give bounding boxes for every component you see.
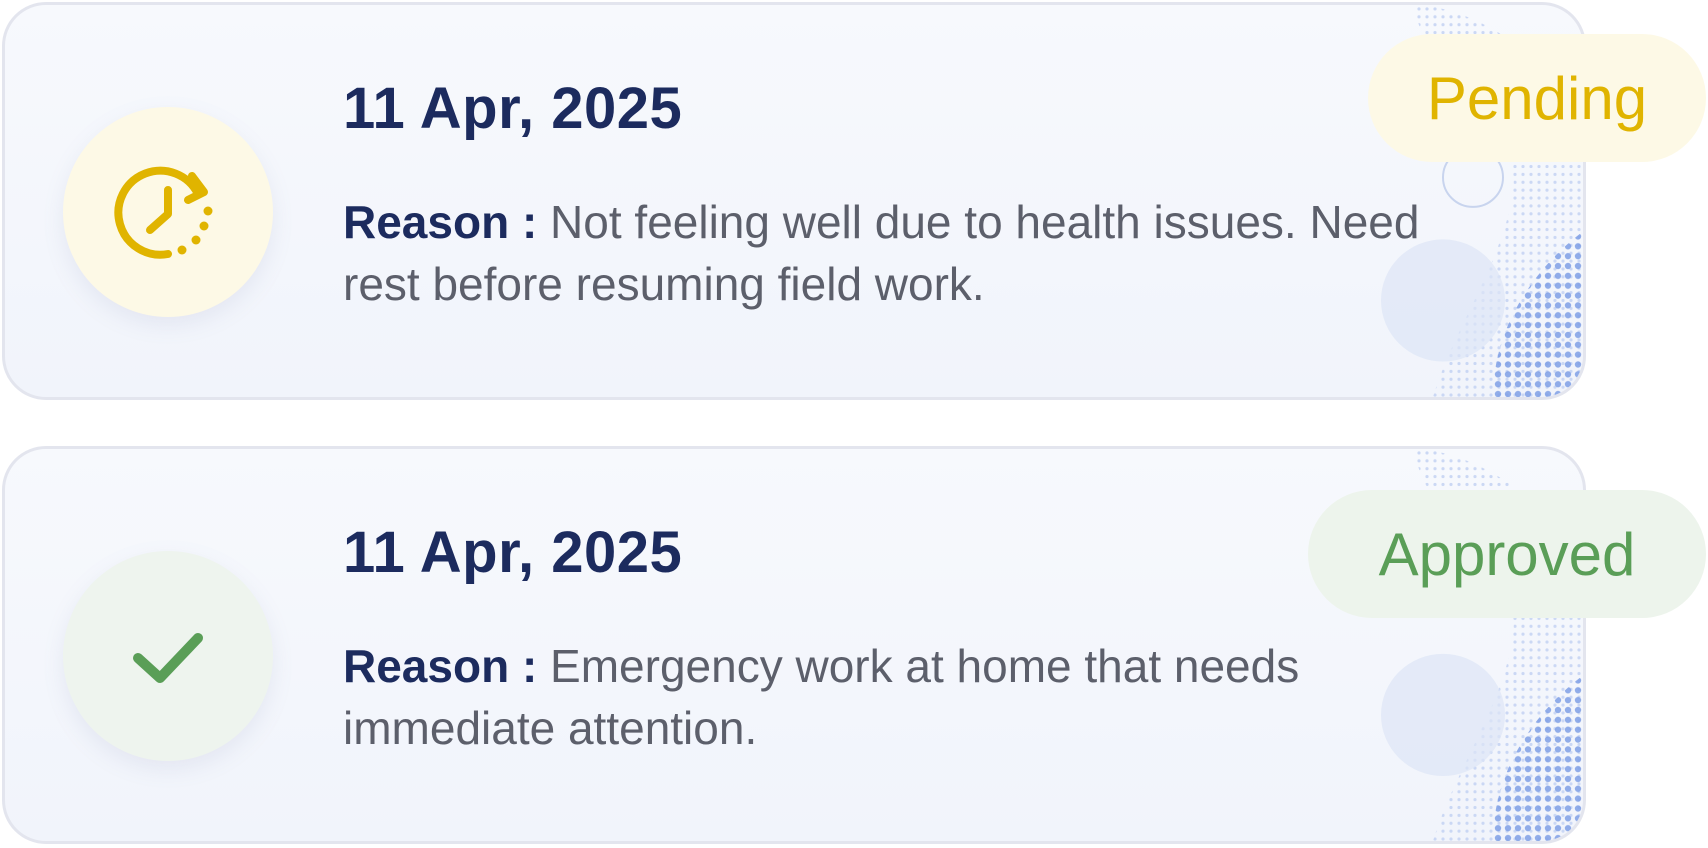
request-date: 11 Apr, 2025 <box>343 520 683 585</box>
status-badge-pending: Pending <box>1368 34 1706 162</box>
check-icon <box>133 633 203 683</box>
request-reason: Reason : Emergency work at home that nee… <box>343 635 1493 759</box>
clock-rotate-icon <box>114 166 213 259</box>
pending-status-icon-circle <box>63 107 273 317</box>
leave-request-card[interactable]: 11 Apr, 2025 Reason : Not feeling well d… <box>2 2 1586 400</box>
request-reason: Reason : Not feeling well due to health … <box>343 191 1493 315</box>
request-date: 11 Apr, 2025 <box>343 76 683 141</box>
status-badge-approved: Approved <box>1308 490 1706 618</box>
approved-status-icon-circle <box>63 551 273 761</box>
reason-label: Reason : <box>343 196 538 248</box>
reason-label: Reason : <box>343 640 538 692</box>
